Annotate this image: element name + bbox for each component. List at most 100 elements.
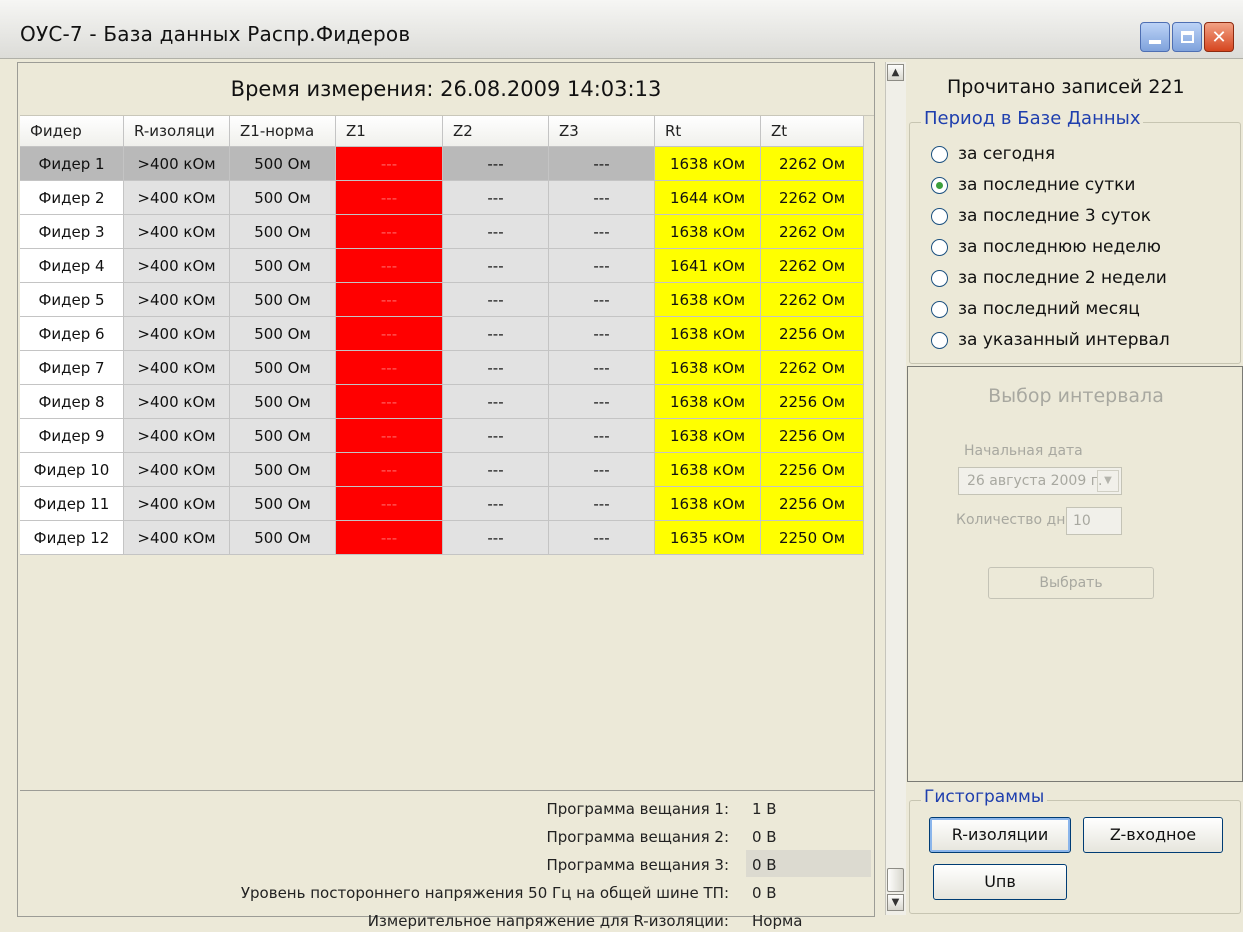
table-cell: --- xyxy=(549,487,655,521)
table-row[interactable]: Фидер 9 >400 кОм 500 Ом --- --- --- 1638 кОм 22… xyxy=(20,419,864,453)
table-body: Фидер 1 >400 кОм 500 Ом --- --- --- 1638 кОм 22… xyxy=(20,147,864,555)
z-input-histogram-button[interactable]: Z-входное xyxy=(1083,817,1223,853)
start-date-label: Начальная дата xyxy=(964,443,1083,459)
table-cell: 2256 Ом xyxy=(761,487,864,521)
histogram-group-title: Гистограммы xyxy=(921,787,1048,807)
info-value: 0 В xyxy=(752,884,777,902)
radio-button-icon[interactable] xyxy=(931,300,948,318)
table-row[interactable]: Фидер 4 >400 кОм 500 Ом --- --- --- 1641 кОм 22… xyxy=(20,249,864,283)
table-cell: 1638 кОм xyxy=(655,283,761,317)
table-cell: Фидер 7 xyxy=(20,351,124,385)
period-option[interactable]: за последние сутки xyxy=(931,171,1135,199)
radio-button-icon[interactable] xyxy=(931,269,948,287)
table-cell: 2256 Ом xyxy=(761,453,864,487)
period-option-label: за сегодня xyxy=(958,144,1056,164)
table-row[interactable]: Фидер 2 >400 кОм 500 Ом --- --- --- 1644 кОм 22… xyxy=(20,181,864,215)
table-row[interactable]: Фидер 12 >400 кОм 500 Ом --- --- --- 1635 кОм 2… xyxy=(20,521,864,555)
column-header[interactable]: Zt xyxy=(761,116,864,146)
table-cell: --- xyxy=(549,181,655,215)
table-row[interactable]: Фидер 8 >400 кОм 500 Ом --- --- --- 1638 кОм 22… xyxy=(20,385,864,419)
column-header[interactable]: Z1-норма xyxy=(230,116,336,146)
radio-button-icon[interactable] xyxy=(931,145,948,163)
select-interval-button[interactable]: Выбрать xyxy=(988,567,1154,599)
table-cell: 1641 кОм xyxy=(655,249,761,283)
table-cell: 500 Ом xyxy=(230,215,336,249)
period-option[interactable]: за последний месяц xyxy=(931,295,1140,323)
table-cell: 1638 кОм xyxy=(655,215,761,249)
close-button[interactable]: ✕ xyxy=(1204,22,1234,52)
table-cell: 500 Ом xyxy=(230,249,336,283)
period-option-label: за последний месяц xyxy=(958,299,1140,319)
column-header[interactable]: Z1 xyxy=(336,116,443,146)
title-bar[interactable]: ОУС-7 - База данных Распр.Фидеров ✕ xyxy=(0,0,1243,59)
interval-panel: Выбор интервала Начальная дата 26 август… xyxy=(907,366,1243,782)
chevron-down-icon[interactable]: ▼ xyxy=(1097,470,1119,492)
table-cell: --- xyxy=(443,351,549,385)
scroll-up-button[interactable]: ▲ xyxy=(887,64,904,81)
table-cell: 2262 Ом xyxy=(761,249,864,283)
info-label: Программа вещания 3: xyxy=(546,856,730,874)
info-value: 1 В xyxy=(752,800,777,818)
period-option-label: за последние 2 недели xyxy=(958,268,1167,288)
table-row[interactable]: Фидер 1 >400 кОм 500 Ом --- --- --- 1638 кОм 22… xyxy=(20,147,864,181)
table-cell: --- xyxy=(443,317,549,351)
table-cell: >400 кОм xyxy=(124,181,230,215)
start-date-picker[interactable]: 26 августа 2009 г. ▼ xyxy=(958,467,1122,495)
table-cell: --- xyxy=(336,249,443,283)
scroll-thumb[interactable] xyxy=(887,868,904,892)
column-header[interactable]: Z2 xyxy=(443,116,549,146)
days-count-input[interactable]: 10 xyxy=(1066,507,1122,535)
table-row[interactable]: Фидер 5 >400 кОм 500 Ом --- --- --- 1638 кОм 22… xyxy=(20,283,864,317)
upv-histogram-button[interactable]: Uпв xyxy=(933,864,1067,900)
table-row[interactable]: Фидер 11 >400 кОм 500 Ом --- --- --- 1638 кОм 2… xyxy=(20,487,864,521)
table-cell: --- xyxy=(549,215,655,249)
radio-button-icon[interactable] xyxy=(931,331,948,349)
table-cell: 1638 кОм xyxy=(655,385,761,419)
table-row[interactable]: Фидер 6 >400 кОм 500 Ом --- --- --- 1638 кОм 22… xyxy=(20,317,864,351)
table-cell: --- xyxy=(443,419,549,453)
minimize-icon xyxy=(1149,40,1161,44)
period-option[interactable]: за сегодня xyxy=(931,140,1055,168)
table-cell: --- xyxy=(443,453,549,487)
period-group-title: Период в Базе Данных xyxy=(921,108,1144,129)
table-cell: Фидер 5 xyxy=(20,283,124,317)
start-date-value: 26 августа 2009 г. xyxy=(967,473,1103,489)
column-header[interactable]: Z3 xyxy=(549,116,655,146)
table-cell: 1635 кОм xyxy=(655,521,761,555)
info-value: Норма xyxy=(752,912,803,930)
column-header[interactable]: Фидер xyxy=(20,116,124,146)
radio-button-icon[interactable] xyxy=(931,238,948,256)
table-cell: Фидер 11 xyxy=(20,487,124,521)
minimize-button[interactable] xyxy=(1140,22,1170,52)
table-row[interactable]: Фидер 7 >400 кОм 500 Ом --- --- --- 1638 кОм 22… xyxy=(20,351,864,385)
feeder-panel: Время измерения: 26.08.2009 14:03:13 Фид… xyxy=(17,62,875,930)
panel-scrollbar[interactable]: ▲ ▼ xyxy=(885,62,906,915)
radio-button-icon[interactable] xyxy=(931,207,948,225)
info-label: Программа вещания 2: xyxy=(546,828,730,846)
r-insulation-histogram-button[interactable]: R-изоляции xyxy=(929,817,1071,853)
period-option[interactable]: за последние 3 суток xyxy=(931,202,1151,230)
table-cell: --- xyxy=(336,419,443,453)
table-cell: 500 Ом xyxy=(230,487,336,521)
column-header[interactable]: Rt xyxy=(655,116,761,146)
radio-button-icon[interactable] xyxy=(931,176,948,194)
table-cell: >400 кОм xyxy=(124,487,230,521)
period-option[interactable]: за указанный интервал xyxy=(931,326,1170,354)
table-cell: --- xyxy=(336,147,443,181)
feeder-table[interactable]: Фидер R-изоляци Z1-норма Z1 Z2 Z3 Rt Zt … xyxy=(20,115,874,791)
close-icon: ✕ xyxy=(1211,26,1227,48)
table-cell: Фидер 8 xyxy=(20,385,124,419)
scroll-down-button[interactable]: ▼ xyxy=(887,894,904,911)
table-cell: Фидер 4 xyxy=(20,249,124,283)
period-option[interactable]: за последнюю неделю xyxy=(931,233,1161,261)
table-cell: --- xyxy=(336,181,443,215)
column-header[interactable]: R-изоляци xyxy=(124,116,230,146)
table-row[interactable]: Фидер 3 >400 кОм 500 Ом --- --- --- 1638 кОм 22… xyxy=(20,215,864,249)
period-option[interactable]: за последние 2 недели xyxy=(931,264,1167,292)
table-row[interactable]: Фидер 10 >400 кОм 500 Ом --- --- --- 1638 кОм 2… xyxy=(20,453,864,487)
table-cell: Фидер 1 xyxy=(20,147,124,181)
table-cell: 1638 кОм xyxy=(655,419,761,453)
table-cell: >400 кОм xyxy=(124,453,230,487)
table-cell: 500 Ом xyxy=(230,147,336,181)
maximize-button[interactable] xyxy=(1172,22,1202,52)
